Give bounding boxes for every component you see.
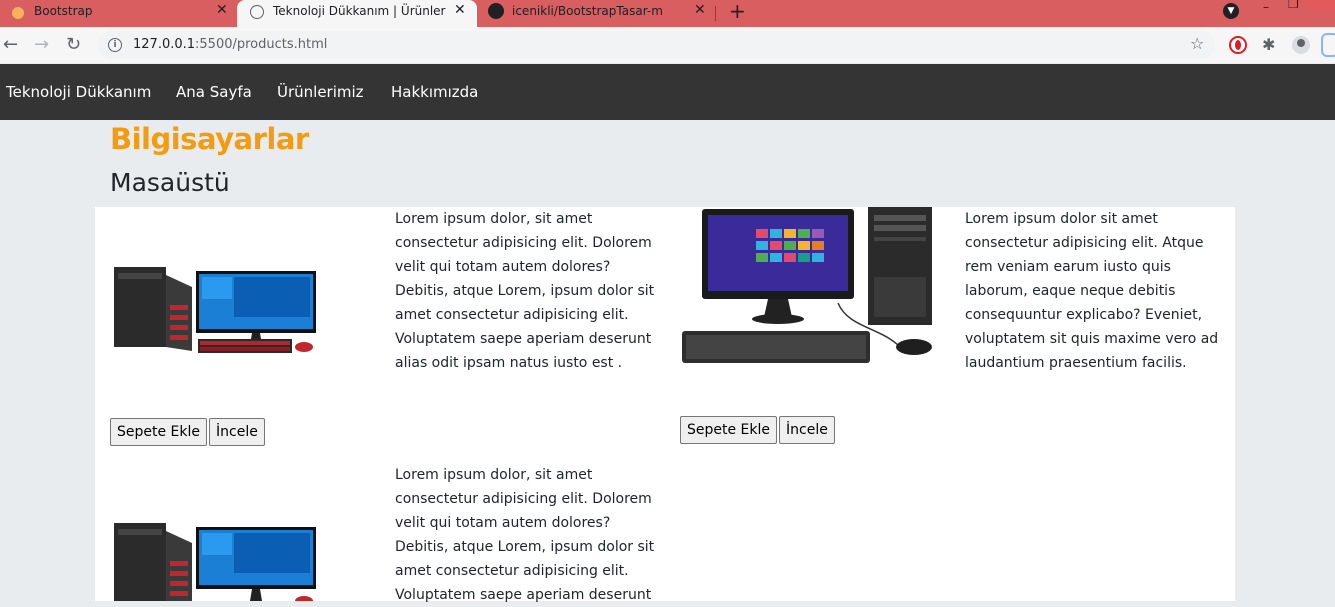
- tab-title: icenikli/BootstrapTasar-m: [512, 4, 663, 18]
- close-icon[interactable]: ✕: [216, 2, 228, 18]
- product-description: Lorem ipsum dolor sit amet consectetur a…: [965, 211, 1219, 371]
- nav-link-home[interactable]: Ana Sayfa: [176, 83, 252, 101]
- forward-icon[interactable]: →: [34, 34, 49, 55]
- url-text[interactable]: 127.0.0.1:5500/products.html: [133, 37, 327, 52]
- github-icon: [488, 3, 504, 19]
- extensions-puzzle-icon[interactable]: ✱: [1262, 35, 1275, 54]
- browser-menu-icon[interactable]: [1321, 33, 1335, 57]
- add-to-cart-button[interactable]: Sepete Ekle: [680, 416, 778, 444]
- profile-avatar-icon[interactable]: [1292, 36, 1310, 54]
- address-bar[interactable]: i 127.0.0.1:5500/products.html ☆: [98, 31, 1215, 59]
- tab-title: Bootstrap: [34, 4, 93, 18]
- url-host: 127.0.0.1: [133, 37, 196, 52]
- info-icon[interactable]: i: [108, 38, 122, 52]
- inspect-button[interactable]: İncele: [209, 418, 265, 446]
- page-subtitle: Masaüstü: [110, 168, 230, 197]
- close-icon[interactable]: ✕: [454, 2, 466, 18]
- browser-tab-strip: Bootstrap ✕ Teknoloji Dükkanım | Ürünler…: [0, 0, 1335, 27]
- close-icon[interactable]: ✕: [694, 2, 706, 18]
- nav-link-about[interactable]: Hakkımızda: [391, 83, 478, 101]
- add-to-cart-button[interactable]: Sepete Ekle: [110, 418, 208, 446]
- nav-link-products[interactable]: Ürünlerimiz: [277, 83, 364, 101]
- tab-bootstrap[interactable]: Bootstrap ✕: [0, 0, 237, 27]
- tab-search-icon[interactable]: ▼: [1223, 3, 1239, 19]
- tab-title: Teknoloji Dükkanım | Ürünler: [273, 4, 446, 18]
- new-tab-button[interactable]: +: [729, 0, 746, 22]
- inspect-button[interactable]: İncele: [779, 416, 835, 444]
- restore-icon[interactable]: ❐: [1288, 0, 1299, 11]
- product-image-desktop-pc: [682, 207, 932, 363]
- tab-github[interactable]: icenikli/BootstrapTasar-m ✕: [477, 0, 715, 27]
- bookmark-star-icon[interactable]: ☆: [1190, 34, 1204, 53]
- product-image-gaming-pc: [114, 267, 316, 353]
- browser-toolbar: ← → ↻ i 127.0.0.1:5500/products.html ☆: [0, 27, 1335, 63]
- globe-icon: [250, 5, 264, 19]
- product-description: Lorem ipsum dolor, sit amet consectetur …: [395, 211, 655, 371]
- url-path: :5500/products.html: [195, 37, 328, 52]
- navbar-brand[interactable]: Teknoloji Dükkanım: [6, 83, 151, 101]
- opera-extension-icon[interactable]: [1229, 36, 1247, 54]
- minimize-icon[interactable]: –: [1263, 0, 1269, 14]
- tab-products[interactable]: Teknoloji Dükkanım | Ürünler ✕: [237, 0, 477, 27]
- product-description: Lorem ipsum dolor, sit amet consectetur …: [395, 467, 655, 603]
- bootstrap-favicon-icon: [12, 7, 24, 19]
- product-image-gaming-pc: [114, 523, 316, 601]
- back-icon[interactable]: ←: [3, 34, 18, 55]
- reload-icon[interactable]: ↻: [66, 34, 81, 55]
- site-navbar: Teknoloji Dükkanım Ana Sayfa Ürünlerimiz…: [0, 64, 1335, 120]
- tab-separator: [715, 6, 716, 21]
- page-title: Bilgisayarlar: [110, 122, 309, 156]
- window-close-button[interactable]: [1308, 0, 1335, 10]
